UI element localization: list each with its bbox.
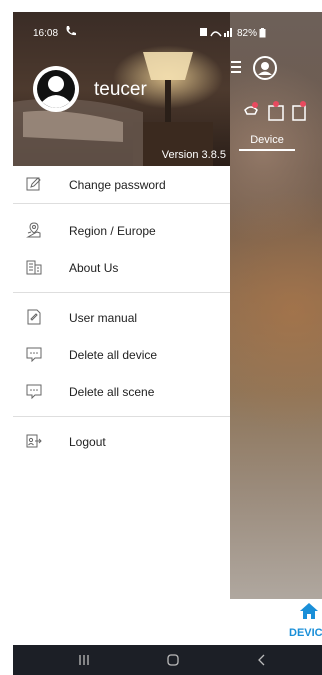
system-navigation-bar	[13, 645, 322, 675]
menu-item-label: About Us	[69, 260, 119, 275]
menu-item-label: Change password	[69, 177, 166, 192]
menu-item-region[interactable]: Region / Europe	[13, 212, 230, 249]
building-icon	[26, 260, 42, 275]
menu-item-label: Delete all device	[69, 347, 158, 362]
menu-item-label: User manual	[69, 310, 138, 325]
message-dots-icon	[26, 384, 42, 399]
tab-device[interactable]: Device	[239, 134, 295, 151]
profile-username: teucer	[94, 79, 147, 100]
back-icon[interactable]	[255, 653, 269, 667]
status-signal-icons	[200, 28, 232, 37]
menu-item-label: Logout	[69, 434, 106, 449]
user-avatar-icon[interactable]	[253, 56, 277, 80]
device-shortcut-icons[interactable]	[241, 100, 311, 124]
menu-item-label: Region / Europe	[69, 223, 156, 238]
menu-item-user-manual[interactable]: User manual	[13, 299, 230, 336]
profile-avatar-icon[interactable]	[31, 64, 81, 114]
recent-apps-icon[interactable]	[77, 653, 91, 667]
menu-item-delete-all-device[interactable]: Delete all device	[13, 336, 230, 373]
hamburger-menu-icon[interactable]	[231, 59, 243, 75]
status-time: 16:08	[33, 28, 59, 39]
menu-item-delete-all-scene[interactable]: Delete all scene	[13, 373, 230, 410]
status-battery-percent: 82%	[237, 28, 258, 39]
bottom-tab-device-label[interactable]: DEVIC	[289, 627, 322, 639]
phone-screen: Device DEVIC 16:08 teucer Version 3.8.5 …	[13, 12, 322, 675]
menu-item-logout[interactable]: Logout	[13, 423, 230, 460]
map-pin-icon	[26, 222, 41, 238]
home-button-icon[interactable]	[166, 653, 180, 667]
phone-call-icon	[66, 26, 76, 36]
menu-item-change-password[interactable]: Change password	[13, 166, 230, 203]
menu-item-label: Delete all scene	[69, 384, 155, 399]
logout-icon	[26, 434, 42, 448]
home-icon[interactable]	[299, 602, 319, 620]
battery-icon	[259, 28, 266, 38]
navigation-drawer: 16:08 teucer Version 3.8.5 Change passwo…	[13, 12, 230, 645]
edit-icon	[26, 177, 41, 191]
app-version: Version 3.8.5	[161, 149, 226, 161]
document-icon	[27, 309, 41, 325]
message-dots-icon	[26, 347, 42, 362]
menu-item-about-us[interactable]: About Us	[13, 249, 230, 286]
status-bar: 16:08	[13, 12, 230, 39]
drawer-menu: Change password Region / Europe About Us…	[13, 166, 230, 460]
drawer-header: 16:08 teucer Version 3.8.5	[13, 12, 230, 166]
